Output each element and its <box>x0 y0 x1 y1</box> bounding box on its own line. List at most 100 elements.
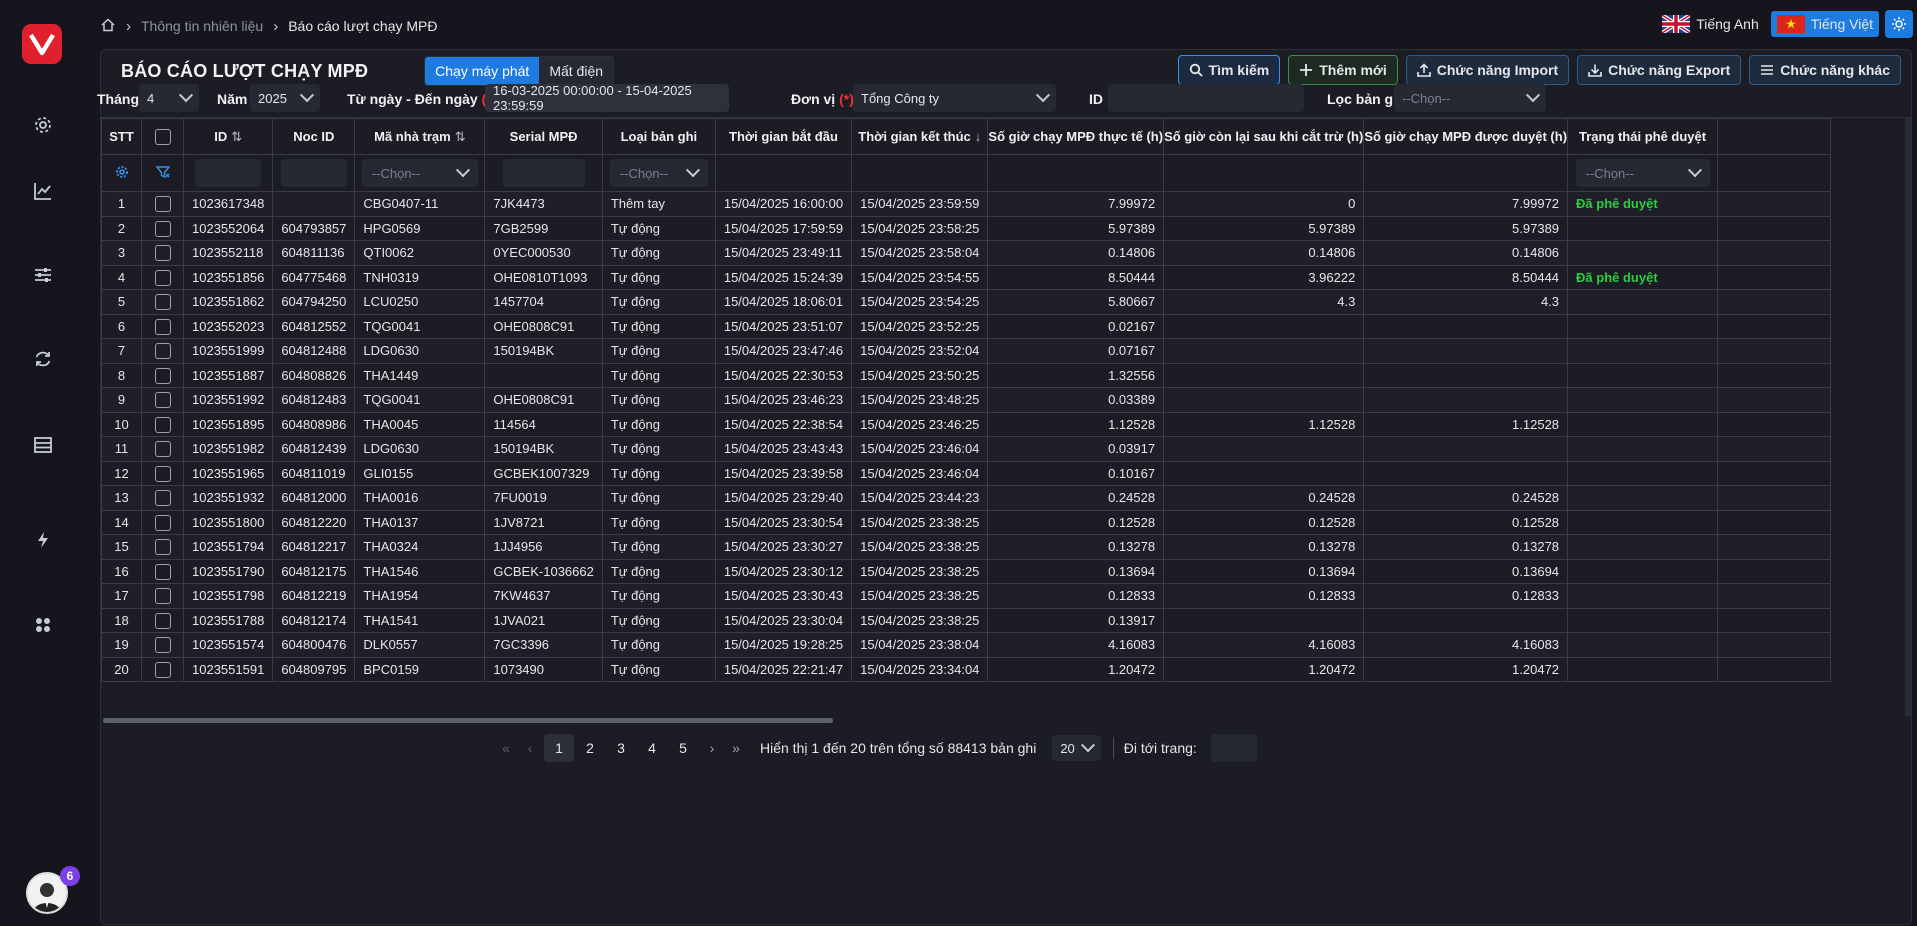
search-button[interactable]: Tìm kiếm <box>1177 55 1281 85</box>
table-row[interactable]: 7 1023551999 604812488 LDG0630 150194BK Tự độ… <box>101 338 1832 364</box>
table-row[interactable]: 11 1023551982 604812439 LDG0630 150194BK Tự đ… <box>101 436 1832 462</box>
app-logo[interactable] <box>22 24 62 64</box>
cell-extra <box>1717 362 1832 388</box>
lang-vietnamese[interactable]: Tiếng Việt <box>1770 11 1879 37</box>
id-input[interactable] <box>1108 84 1304 112</box>
station-filter-select[interactable]: --Chọn-- <box>361 159 478 187</box>
row-checkbox[interactable] <box>154 245 171 262</box>
settings-icon[interactable] <box>30 112 56 138</box>
record-filter-select[interactable]: --Chọn-- <box>1394 84 1546 112</box>
apps-icon[interactable] <box>30 612 56 638</box>
type-filter-select[interactable]: --Chọn-- <box>609 159 708 187</box>
horizontal-scrollbar[interactable] <box>101 716 1913 724</box>
row-checkbox[interactable] <box>154 196 171 213</box>
col-station[interactable]: Mã nhà trạm ⇅ <box>354 118 486 155</box>
breadcrumb-parent[interactable]: Thông tin nhiên liệu <box>141 18 263 34</box>
table-row[interactable]: 12 1023551965 604811019 GLI0155 GCBEK1007329… <box>101 460 1832 486</box>
page-button[interactable]: 2 <box>575 734 605 762</box>
unit-select[interactable]: Tổng Công ty <box>853 84 1056 112</box>
page-button[interactable]: 5 <box>668 734 698 762</box>
row-checkbox[interactable] <box>154 441 171 458</box>
sort-desc-icon[interactable]: ↓ <box>975 129 982 144</box>
list-icon[interactable] <box>30 432 56 458</box>
sort-icon[interactable]: ⇅ <box>231 129 242 144</box>
row-checkbox[interactable] <box>154 343 171 360</box>
serial-filter-input[interactable] <box>502 159 585 187</box>
lightning-icon[interactable] <box>30 527 56 553</box>
row-checkbox[interactable] <box>154 465 171 482</box>
add-button[interactable]: Thêm mới <box>1288 55 1398 85</box>
prev-page-icon[interactable]: ‹ <box>520 740 540 756</box>
row-checkbox[interactable] <box>154 294 171 311</box>
table-row[interactable]: 10 1023551895 604808986 THA0045 114564 Tự độn… <box>101 411 1832 437</box>
row-checkbox[interactable] <box>154 367 171 384</box>
year-select[interactable]: 2025 <box>250 84 320 112</box>
row-checkbox[interactable] <box>154 490 171 507</box>
col-select-all[interactable] <box>141 118 184 155</box>
row-checkbox[interactable] <box>154 269 171 286</box>
vertical-scrollbar[interactable] <box>1905 117 1911 716</box>
cell-actual: 0.13694 <box>987 558 1165 584</box>
sync-icon[interactable] <box>30 346 56 372</box>
table-row[interactable]: 9 1023551992 604812483 TQG0041 OHE0808C91 Tự … <box>101 387 1832 413</box>
row-checkbox[interactable] <box>154 612 171 629</box>
sort-icon[interactable]: ⇅ <box>455 129 466 144</box>
id-filter-input[interactable] <box>195 159 262 187</box>
row-checkbox[interactable] <box>154 392 171 409</box>
col-id[interactable]: ID ⇅ <box>182 118 274 155</box>
other-functions-button[interactable]: Chức năng khác <box>1749 55 1901 85</box>
page-button[interactable]: 4 <box>637 734 667 762</box>
row-checkbox[interactable] <box>154 514 171 531</box>
status-filter-select[interactable]: --Chọn-- <box>1575 159 1710 187</box>
chevron-right-icon: › <box>126 17 131 35</box>
clear-filter-cell[interactable] <box>141 154 184 192</box>
table-row[interactable]: 4 1023551856 604775468 TNH0319 OHE0810T1093 T… <box>101 264 1832 290</box>
month-select[interactable]: 4 <box>139 84 199 112</box>
next-page-icon[interactable]: › <box>702 740 722 756</box>
col-end[interactable]: Thời gian kết thúc ↓ <box>851 118 989 155</box>
row-checkbox[interactable] <box>154 563 171 580</box>
home-icon[interactable] <box>100 17 116 36</box>
chart-icon[interactable] <box>30 178 56 204</box>
column-settings-cell[interactable] <box>101 154 142 192</box>
table-row[interactable]: 18 1023551788 604812174 THA1541 1JVA021 Tự độ… <box>101 607 1832 633</box>
table-row[interactable]: 17 1023551798 604812219 THA1954 7KW4637 Tự độ… <box>101 583 1832 609</box>
goto-page-input[interactable] <box>1210 734 1257 762</box>
date-range-input[interactable]: 16-03-2025 00:00:00 - 15-04-2025 23:59:5… <box>485 83 729 113</box>
tab-running[interactable]: Chạy máy phát <box>425 57 540 85</box>
sliders-icon[interactable] <box>30 262 56 288</box>
page-button[interactable]: 1 <box>544 734 574 762</box>
table-row[interactable]: 3 1023552118 604811136 QTI0062 0YEC000530 Tự … <box>101 240 1832 266</box>
table-row[interactable]: 19 1023551574 604800476 DLK0557 7GC3396 Tự độ… <box>101 632 1832 658</box>
import-button[interactable]: Chức năng Import <box>1405 55 1570 85</box>
table-row[interactable]: 2 1023552064 604793857 HPG0569 7GB2599 Tự độn… <box>101 215 1832 241</box>
row-checkbox[interactable] <box>154 220 171 237</box>
table-row[interactable]: 8 1023551887 604808826 THA1449 Tự động 15/04/… <box>101 362 1832 388</box>
table-row[interactable]: 16 1023551790 604812175 THA1546 GCBEK-103666… <box>101 558 1832 584</box>
filter-row: Tháng 4 Năm 2025 Từ ngày - Đến ngày (*) … <box>97 82 1913 118</box>
last-page-icon[interactable]: » <box>726 740 746 756</box>
page-size-select[interactable]: 20 <box>1052 735 1101 761</box>
scroll-thumb[interactable] <box>103 718 833 723</box>
export-button[interactable]: Chức năng Export <box>1577 55 1742 85</box>
theme-toggle-button[interactable] <box>1885 10 1913 38</box>
row-checkbox[interactable] <box>154 661 171 678</box>
table-row[interactable]: 1 1023617348 CBG0407-11 7JK4473 Thêm tay 15/0… <box>101 191 1832 217</box>
select-all-checkbox[interactable] <box>154 128 171 145</box>
row-checkbox[interactable] <box>154 318 171 335</box>
row-checkbox[interactable] <box>154 539 171 556</box>
table-row[interactable]: 15 1023551794 604812217 THA0324 1JJ4956 Tự độ… <box>101 534 1832 560</box>
table-row[interactable]: 20 1023551591 604809795 BPC0159 1073490 Tự độ… <box>101 656 1832 682</box>
row-checkbox[interactable] <box>154 637 171 654</box>
page-button[interactable]: 3 <box>606 734 636 762</box>
first-page-icon[interactable]: « <box>496 740 516 756</box>
table-row[interactable]: 14 1023551800 604812220 THA0137 1JV8721 Tự độ… <box>101 509 1832 535</box>
row-checkbox[interactable] <box>154 416 171 433</box>
tab-outage[interactable]: Mất điện <box>539 57 614 85</box>
row-checkbox[interactable] <box>154 588 171 605</box>
table-row[interactable]: 13 1023551932 604812000 THA0016 7FU0019 Tự độ… <box>101 485 1832 511</box>
table-row[interactable]: 5 1023551862 604794250 LCU0250 1457704 Tự độn… <box>101 289 1832 315</box>
lang-english[interactable]: Tiếng Anh <box>1656 11 1765 37</box>
noc-filter-input[interactable] <box>280 159 347 187</box>
table-row[interactable]: 6 1023552023 604812552 TQG0041 OHE0808C91 Tự … <box>101 313 1832 339</box>
